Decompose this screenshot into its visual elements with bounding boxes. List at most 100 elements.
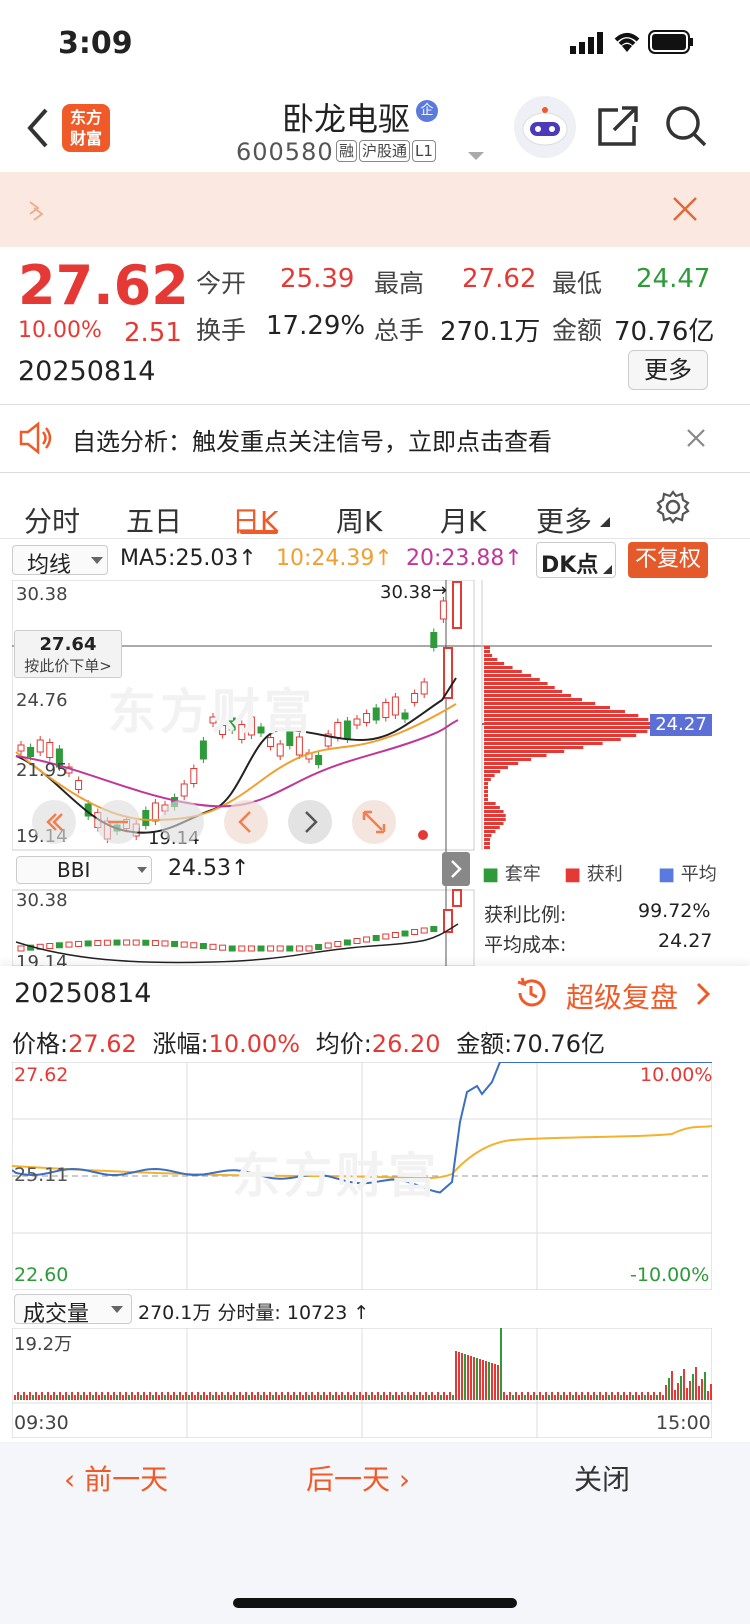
tab-daily-k[interactable]: 日K — [232, 500, 278, 540]
top-price-mark: 30.38 — [380, 582, 432, 603]
tab-five-day[interactable]: 五日 — [126, 500, 182, 540]
volume-bar — [218, 1395, 220, 1400]
tab-more[interactable]: 更多 — [536, 500, 592, 540]
bbi-candle — [353, 938, 361, 944]
tab-monthly-k[interactable]: 月K — [440, 500, 486, 540]
crosshair-price-box[interactable]: 27.64 按此价下单> — [14, 630, 122, 678]
bbi-candle — [94, 940, 102, 947]
prev-day-button[interactable]: ‹ 前一天 — [64, 1458, 168, 1498]
time-end: 15:00 — [656, 1412, 711, 1434]
volume-bar — [464, 1354, 466, 1400]
volume-bar — [410, 1395, 412, 1400]
volume-bar — [569, 1392, 571, 1400]
volume-bar — [506, 1395, 508, 1400]
candle — [401, 712, 409, 720]
volume-bar — [659, 1392, 661, 1400]
volume-bar — [578, 1395, 580, 1400]
volume-bar — [299, 1392, 301, 1400]
volume-chart[interactable]: 19.2万 09:30 15:00 — [11, 1327, 713, 1439]
chip-legend-profit-label: 获利 — [586, 864, 623, 885]
dk-point-button[interactable]: DK点 — [536, 542, 616, 578]
search-icon[interactable] — [664, 104, 708, 152]
chip-bar — [484, 818, 506, 821]
volume-bar — [557, 1392, 559, 1400]
settings-gear-icon[interactable] — [656, 490, 690, 528]
chip-bar — [484, 790, 488, 793]
chip-bar — [484, 830, 496, 833]
next-day-button[interactable]: 后一天 › — [306, 1458, 410, 1498]
volume-bar — [287, 1392, 289, 1400]
volume-bar — [398, 1395, 400, 1400]
bbi-candle — [401, 930, 409, 937]
bbi-candle — [343, 939, 351, 946]
volume-bar — [677, 1383, 679, 1400]
intraday-y-bottom: 22.60 — [14, 1264, 69, 1286]
chip-bar — [484, 842, 490, 845]
intraday-pct-top: 10.00% — [640, 1064, 713, 1086]
more-button[interactable]: 更多 — [628, 350, 708, 390]
candle — [36, 739, 44, 753]
panel-toggle-button[interactable] — [442, 852, 470, 886]
indicator-select[interactable]: 均线 — [12, 545, 108, 578]
super-review-arrow-icon[interactable] — [696, 982, 711, 1010]
notice-banner[interactable] — [0, 172, 750, 247]
candle — [199, 740, 207, 760]
scroll-left-far-button[interactable] — [32, 800, 76, 844]
volume-bar — [50, 1395, 52, 1400]
candle — [411, 693, 419, 703]
bbi-select[interactable]: BBI — [16, 856, 152, 884]
close-button[interactable]: 关闭 — [574, 1458, 630, 1498]
y-label-low: 21.95 — [16, 760, 68, 781]
volume-bar — [104, 1395, 106, 1400]
chip-bar — [484, 714, 639, 717]
dropdown-icon[interactable] — [468, 147, 484, 166]
bbi-candle — [65, 941, 73, 948]
volume-bar — [152, 1395, 154, 1400]
chip-bar — [484, 778, 491, 781]
candle — [276, 743, 284, 757]
bbi-candle — [171, 940, 179, 947]
adjust-price-button[interactable]: 不复权 — [628, 542, 708, 578]
volume-bar — [20, 1395, 22, 1400]
volume-bar — [128, 1395, 130, 1400]
back-icon[interactable] — [24, 108, 52, 152]
volume-bar — [620, 1395, 622, 1400]
volume-bar — [344, 1395, 346, 1400]
volume-bar — [512, 1395, 514, 1400]
candle — [353, 718, 361, 726]
alert-text[interactable]: 自选分析：触发重点关注信号，立即点击查看 — [72, 422, 552, 457]
candle — [17, 744, 25, 752]
zoom-out-button[interactable] — [96, 800, 140, 844]
chip-bar — [484, 666, 513, 669]
share-icon[interactable] — [596, 104, 640, 152]
volume-bar — [551, 1392, 553, 1400]
zoom-in-button[interactable] — [160, 800, 204, 844]
super-review-link[interactable]: 超级复盘 — [566, 976, 678, 1016]
expand-button[interactable] — [352, 800, 396, 844]
robot-avatar-icon[interactable] — [514, 96, 576, 158]
scroll-right-button[interactable] — [288, 800, 332, 844]
volume-bar — [296, 1395, 298, 1400]
tab-intraday[interactable]: 分时 — [24, 500, 80, 540]
intraday-chart[interactable]: 东方财富 27.62 25.11 22.60 10.00% -10.00% — [11, 1061, 713, 1291]
volume-bar — [161, 1392, 163, 1400]
tag-level: L1 — [412, 140, 436, 162]
volume-bar — [437, 1392, 439, 1400]
scroll-left-button[interactable] — [224, 800, 268, 844]
bbi-candle — [132, 939, 140, 946]
tab-weekly-k[interactable]: 周K — [336, 500, 382, 540]
volume-bar — [167, 1392, 169, 1400]
order-at-price-link[interactable]: 按此价下单> — [15, 655, 121, 676]
kline-chart[interactable]: 东方财富 30.38 24.76 21.95 19.14 30.38 → 19.… — [12, 580, 717, 973]
volume-bar — [263, 1392, 265, 1400]
volume-bar — [143, 1392, 145, 1400]
close-banner-icon[interactable] — [672, 196, 698, 226]
chip-bar — [484, 678, 540, 681]
close-alert-icon[interactable] — [686, 428, 706, 452]
bbi-candle — [151, 940, 159, 947]
volume-bar — [488, 1362, 490, 1400]
volume-bar — [77, 1392, 79, 1400]
chip-bar — [484, 742, 603, 745]
volume-bar — [137, 1392, 139, 1400]
volume-select[interactable]: 成交量 — [14, 1294, 132, 1327]
